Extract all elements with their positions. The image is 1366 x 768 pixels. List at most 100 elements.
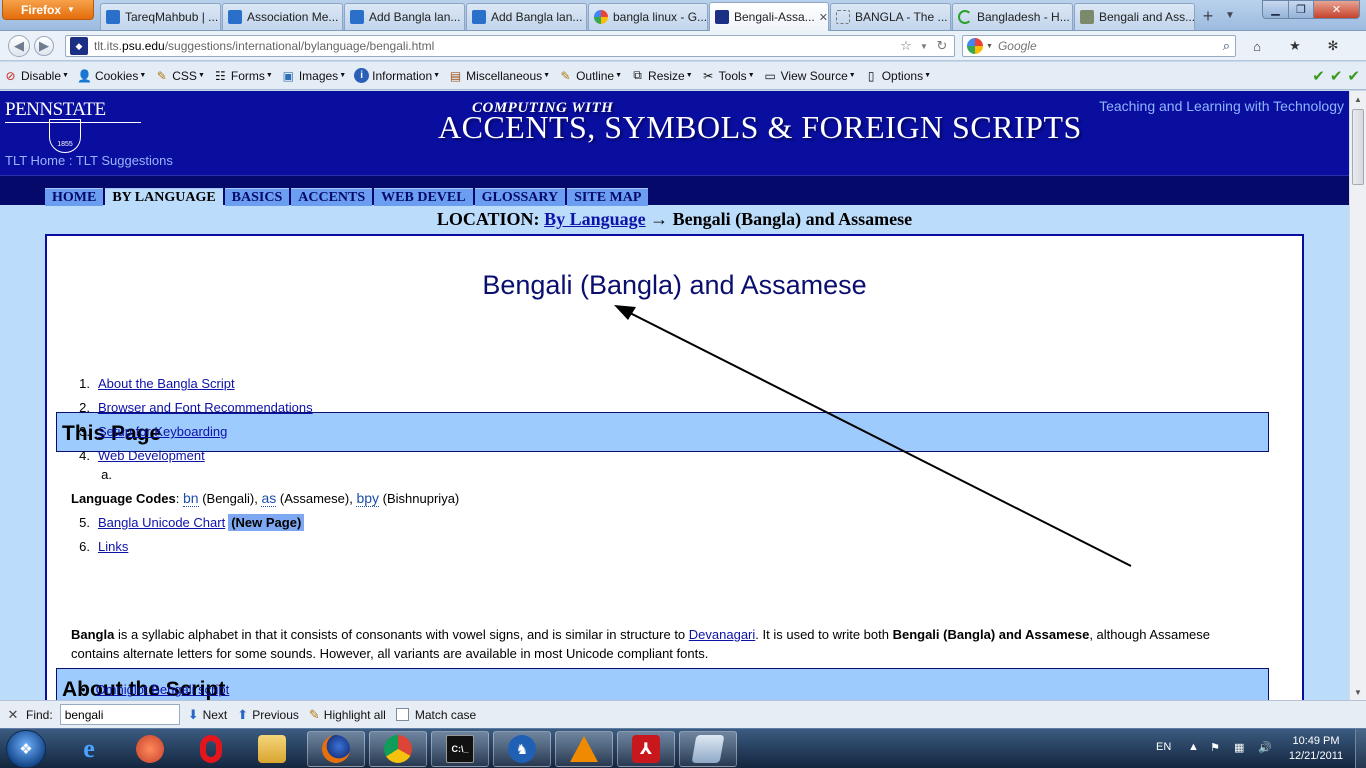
volume-icon[interactable]: 🔊 [1258,741,1272,754]
taskbar-opera[interactable] [182,731,240,767]
tlt-tagline[interactable]: Teaching and Learning with Technology [1099,98,1344,114]
tab-bengali-and-ass[interactable]: Bengali and Ass... [1074,3,1195,30]
lang-code-as[interactable]: as [261,490,277,507]
taskbar-internet-explorer[interactable]: e [60,731,118,767]
firefox-menu-button[interactable]: Firefox ▼ [2,0,94,20]
dev-images-menu[interactable]: ▣ Images ▼ [281,68,346,83]
input-language-indicator[interactable]: EN [1156,741,1171,753]
find-next-button[interactable]: ⬇ Next [188,707,228,723]
check-icon[interactable]: ✔ [1330,67,1343,85]
omniglot-link[interactable]: Omniglot Bengali script [96,682,230,697]
toc-link-web-development[interactable]: Web Development [98,448,205,463]
scroll-up-arrow-icon[interactable]: ▲ [1350,91,1366,107]
addons-button[interactable]: ✻ [1320,36,1346,56]
magnifier-icon[interactable]: ⌕ [1223,38,1230,54]
scrollbar-thumb[interactable] [1352,109,1364,185]
taskbar-app-2[interactable] [121,731,179,767]
tab-add-bangla-2[interactable]: Add Bangla lan... [466,3,587,30]
url-text[interactable]: tlt.its.psu.edu/suggestions/internationa… [94,39,897,53]
location-by-language-link[interactable]: By Language [544,209,646,229]
dev-view-source-menu[interactable]: ▭ View Source ▼ [763,68,855,83]
system-clock[interactable]: 10:49 PM 12/21/2011 [1284,734,1348,764]
window-close-button[interactable]: ✕ [1313,0,1360,19]
match-case-checkbox[interactable]: Match case [395,708,476,722]
clock-date: 12/21/2011 [1288,750,1344,762]
check-icon[interactable]: ✔ [1312,67,1325,85]
taskbar-app-11[interactable] [679,731,737,767]
start-button[interactable]: ❖ [6,730,46,768]
menu-glossary[interactable]: GLOSSARY [474,188,566,206]
taskbar-explorer[interactable] [243,731,301,767]
check-icon[interactable]: ✔ [1347,67,1360,85]
taskbar-chrome[interactable] [369,731,427,767]
dev-forms-menu[interactable]: ☷ Forms ▼ [213,68,273,83]
toc-link-links[interactable]: Links [98,539,128,554]
search-bar[interactable]: ▼ ⌕ [962,35,1236,57]
window-minimize-button[interactable]: ▁ [1262,0,1289,19]
find-previous-button[interactable]: ⬆ Previous [237,707,299,723]
bookmarks-button[interactable]: ★ [1282,36,1308,56]
scroll-down-arrow-icon[interactable]: ▼ [1350,684,1366,700]
dev-cookies-menu[interactable]: 👤 Cookies ▼ [77,68,146,83]
highlight-all-button[interactable]: ✎ Highlight all [309,707,386,723]
tlt-suggestions-link[interactable]: TLT Suggestions [76,153,173,168]
url-bar[interactable]: ◆ tlt.its.psu.edu/suggestions/internatio… [65,35,955,57]
vertical-scrollbar[interactable]: ▲ ▼ [1349,91,1366,700]
bookmark-star-icon[interactable]: ☆ [897,38,915,54]
taskbar-acrobat[interactable]: ⅄ [617,731,675,767]
tab-tareqmahbub[interactable]: TareqMahbub | ... [100,3,221,30]
dev-css-menu[interactable]: ✎ CSS ▼ [154,68,205,83]
tab-bangladesh[interactable]: Bangladesh - H... [952,3,1073,30]
tab-bangla-linux[interactable]: bangla linux - G... [588,3,708,30]
new-tab-button[interactable]: + [1197,5,1219,27]
taskbar-vlc[interactable] [555,731,613,767]
home-button[interactable]: ⌂ [1244,36,1270,56]
tab-list-chevron-icon[interactable]: ▼ [1222,6,1238,24]
reload-icon[interactable]: ↻ [933,38,951,54]
taskbar-app-8[interactable]: ♞ [493,731,551,767]
tab-association[interactable]: Association Me... [222,3,343,30]
find-input[interactable] [59,704,180,725]
close-icon[interactable]: ✕ [815,11,828,24]
dev-tools-menu[interactable]: ✂ Tools ▼ [701,68,754,83]
forward-button[interactable]: ▶ [34,36,54,56]
toc-link-about-script[interactable]: About the Bangla Script [98,376,235,391]
toc-link-unicode-chart[interactable]: Bangla Unicode Chart [98,515,225,530]
taskbar-firefox[interactable] [307,731,365,767]
show-desktop-button[interactable] [1355,729,1366,768]
chevron-down-icon[interactable]: ▼ [986,43,993,50]
show-hidden-icons-icon[interactable]: ▲ [1188,741,1199,753]
devanagari-link[interactable]: Devanagari [689,627,756,642]
taskbar-command-prompt[interactable]: C:\_ [431,731,489,767]
action-center-flag-icon[interactable]: ⚑ [1210,741,1220,754]
search-input[interactable] [997,39,1223,53]
app-figure-icon: ♞ [508,735,536,763]
tab-add-bangla-1[interactable]: Add Bangla lan... [344,3,465,30]
dev-miscellaneous-menu[interactable]: ▤ Miscellaneous ▼ [448,68,550,83]
tab-bangla-the[interactable]: BANGLA - The ... [830,3,951,30]
toc-link-keyboarding[interactable]: Setup for Keyboarding [98,424,227,439]
dev-disable-menu[interactable]: ⊘ Disable ▼ [3,68,69,83]
menu-basics[interactable]: BASICS [224,188,290,206]
dev-resize-menu[interactable]: ⧉ Resize ▼ [630,68,692,83]
tlt-home-link[interactable]: TLT Home [5,153,65,168]
lang-code-bpy[interactable]: bpy [356,490,380,507]
dev-information-menu[interactable]: i Information ▼ [354,68,440,83]
close-icon[interactable]: ✕ [0,707,26,723]
network-icon[interactable]: ▦ [1234,741,1244,754]
dev-outline-menu[interactable]: ✎ Outline ▼ [558,68,623,83]
tab-bengali-assamese-active[interactable]: Bengali-Assa... ✕ [709,2,829,31]
lang-code-bn[interactable]: bn [182,490,199,507]
window-maximize-button[interactable]: ❐ [1288,0,1314,19]
menu-web-devel[interactable]: WEB DEVEL [374,188,473,206]
menu-home[interactable]: HOME [45,188,104,206]
toc-link-browser-fonts[interactable]: Browser and Font Recommendations [98,400,313,415]
history-dropdown-icon[interactable]: ▼ [915,42,933,51]
back-button[interactable]: ◀ [8,35,30,57]
google-search-engine-icon[interactable] [967,38,983,54]
dev-options-menu[interactable]: ▯ Options ▼ [864,68,931,83]
menu-accents[interactable]: ACCENTS [291,188,373,206]
menu-by-language[interactable]: BY LANGUAGE [105,188,223,206]
checkbox-box[interactable] [395,708,409,721]
menu-site-map[interactable]: SITE MAP [567,188,649,206]
